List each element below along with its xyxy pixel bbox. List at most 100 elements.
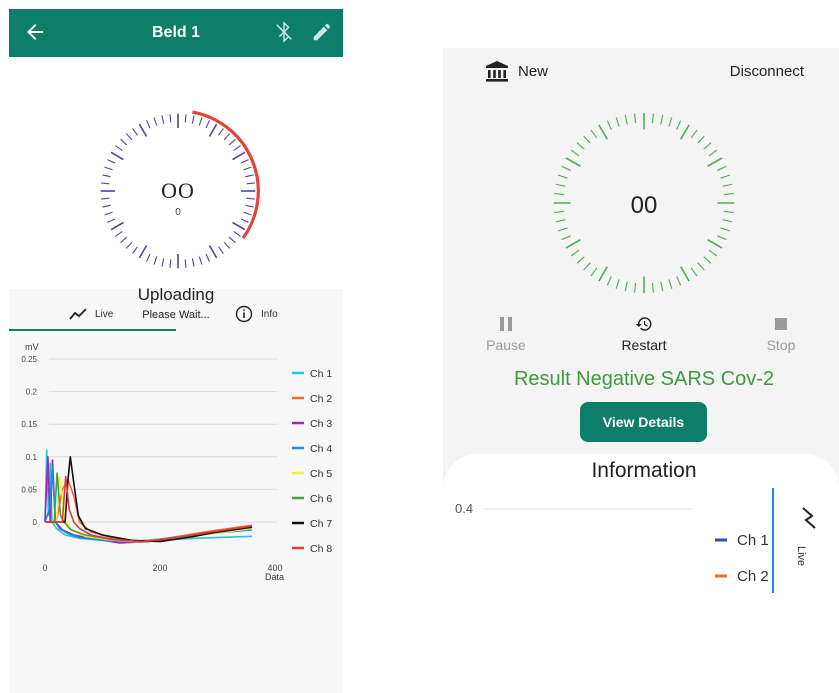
dial-tick: [161, 258, 165, 267]
dial-tick: [132, 246, 138, 254]
dial-tick: [703, 256, 712, 264]
dial-tick: [690, 267, 698, 277]
dial-tick: [233, 231, 241, 237]
dial-tick: [697, 262, 705, 271]
dial-tick: [110, 151, 124, 161]
dial-tick: [690, 129, 698, 139]
left-phone-screen: Beld 1 OO 0 Uploading Please Wait... Liv…: [9, 9, 343, 693]
trend-line-icon: [69, 308, 87, 320]
y-tick-label: 0: [33, 518, 38, 527]
dial-tick: [651, 282, 654, 293]
legend-label: Ch 2: [310, 393, 332, 405]
dial-tick: [583, 135, 591, 144]
dial-tick: [223, 133, 231, 141]
live-tab-label[interactable]: Live: [795, 546, 807, 566]
dial-tick: [598, 124, 608, 140]
dial-tick: [115, 145, 123, 151]
pause-icon: [500, 317, 512, 331]
dial-tick: [115, 231, 123, 237]
dial-tick: [110, 221, 124, 231]
dial-value: 00: [630, 192, 658, 219]
dial-tick: [708, 149, 718, 157]
tab-info[interactable]: Info: [235, 303, 278, 325]
stop-icon: [775, 318, 787, 330]
dial-tick: [720, 174, 730, 179]
y-tick-label: 0.1: [26, 453, 38, 462]
disconnect-button[interactable]: Disconnect: [730, 63, 804, 80]
right-phone-screen: New Disconnect 00 Pause Restart Stop Res…: [443, 48, 839, 593]
y-tick-label: 0.15: [21, 420, 37, 429]
stop-button[interactable]: Stop: [741, 315, 821, 353]
dial-tick: [169, 114, 172, 123]
information-title: Information: [591, 459, 697, 482]
dial-tick: [707, 157, 723, 167]
dial-tick: [146, 253, 151, 262]
dial-tick: [615, 117, 620, 127]
restart-history-icon: [635, 317, 652, 331]
information-line-chart: 0.4 Ch 1 Ch 2: [455, 488, 774, 593]
dial-tick: [125, 133, 133, 141]
dial-tick: [555, 183, 566, 187]
dial-tick: [598, 266, 608, 282]
view-details-button[interactable]: View Details: [580, 402, 707, 442]
y-tick-label: 0.2: [26, 388, 38, 397]
pause-button[interactable]: Pause: [466, 315, 546, 353]
dial-tick: [153, 256, 158, 265]
screenshot-root: Beld 1 OO 0 Uploading Please Wait... Liv…: [0, 0, 839, 693]
dial-tick: [561, 235, 571, 241]
dial-tick: [102, 174, 111, 178]
dial-tick: [583, 262, 591, 271]
dial-tick: [218, 128, 224, 136]
legend-label: Ch 5: [310, 468, 332, 480]
pause-label: Pause: [486, 337, 526, 353]
trend-line-icon[interactable]: [800, 506, 818, 530]
dial-tick: [558, 174, 568, 179]
dial-tick: [565, 239, 581, 249]
chart-series-group: [44, 449, 253, 544]
bank-building-icon: [486, 61, 508, 82]
tab-live[interactable]: Live: [69, 303, 113, 325]
dial-panel: OO 0 Uploading Please Wait...: [9, 57, 343, 321]
new-button[interactable]: New: [485, 60, 548, 82]
dial-tick: [697, 135, 705, 144]
dial-tick: [668, 117, 673, 127]
dial-tick: [184, 114, 187, 123]
bluetooth-disabled-icon[interactable]: [273, 21, 295, 43]
dial-tick: [125, 241, 133, 249]
dial-tick: [634, 282, 637, 293]
dial-tick: [590, 267, 598, 277]
tab-live-label: Live: [95, 308, 114, 320]
tab-bar: Live Info: [9, 295, 343, 331]
tab-active-indicator: [9, 329, 176, 331]
dial-tick: [198, 256, 203, 265]
dial-tick: [107, 218, 116, 223]
dial-tick: [680, 124, 690, 140]
dial-tick: [703, 142, 712, 150]
dial-tick: [680, 266, 690, 282]
dial-tick: [205, 120, 210, 129]
dial-tick: [240, 159, 249, 164]
dial-tick: [561, 165, 571, 171]
dial-tick: [717, 165, 727, 171]
dial-tick: [660, 114, 664, 125]
legend-label: Ch 3: [310, 418, 332, 430]
dial-tick: [570, 149, 580, 157]
dial-tick: [245, 174, 254, 178]
dial-tick: [120, 236, 128, 244]
dial-tick: [243, 166, 252, 171]
dial-tick: [707, 239, 723, 249]
chart-grid: 0.4: [455, 501, 693, 516]
restart-label: Restart: [621, 337, 667, 353]
dial-value: OO: [161, 178, 195, 203]
dial-tick: [184, 259, 187, 268]
dial-tick: [198, 117, 203, 126]
pencil-icon[interactable]: [311, 21, 333, 43]
dial-tick: [232, 221, 246, 231]
dial-tick: [232, 151, 246, 161]
y-tick-label: 0.25: [21, 355, 37, 364]
dial-tick: [558, 227, 568, 232]
dial-tick: [708, 249, 718, 257]
restart-button[interactable]: Restart: [604, 315, 684, 353]
chart-legend: Ch 1 Ch 2: [715, 532, 769, 585]
dial-tick: [668, 279, 673, 289]
